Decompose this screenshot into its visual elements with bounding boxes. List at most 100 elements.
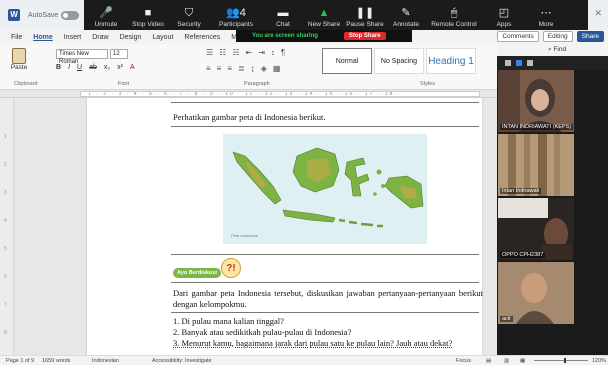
menu-insert[interactable]: Insert (64, 34, 82, 41)
list-buttons: ☰ ☷ ☵ ⇤ ⇥ ↕ ¶ (206, 48, 285, 57)
zoom-remote-control-button[interactable]: 🖱 Remote Control (426, 0, 482, 28)
table-border (171, 254, 479, 255)
font-name-select[interactable]: Times New Roman (56, 49, 108, 65)
web-layout-icon[interactable]: ▥ (504, 358, 509, 364)
zoom-participants-button[interactable]: 👥4 Participants (210, 0, 262, 28)
discussion-badge: Ayo Berdiskusi (173, 268, 221, 278)
editing-mode-button[interactable]: Editing (542, 31, 573, 42)
participant-tile[interactable]: Intan Indriawati (498, 134, 574, 196)
menu-layout[interactable]: Layout (152, 34, 173, 41)
italic-icon[interactable]: I (68, 64, 70, 71)
comments-button[interactable]: Comments (497, 31, 539, 42)
zoom-apps-button[interactable]: ◰ Apps (482, 0, 526, 28)
participant-tile[interactable]: OPPO CPH2387 (498, 198, 574, 260)
ribbon-group-labels: Clipboard Font Paragraph Styles (0, 81, 497, 89)
borders-icon[interactable]: ▦ (273, 64, 281, 73)
participant-video (498, 134, 574, 196)
zoom-new-share-button[interactable]: ▲ New Share (304, 0, 344, 28)
zoom-security-button[interactable]: ⛉ Security (168, 0, 210, 28)
shield-icon: ⛉ (184, 7, 194, 19)
style-no-spacing[interactable]: No Spacing (374, 48, 424, 74)
focus-button[interactable]: Focus (456, 358, 471, 364)
more-dots-icon: ⋯ (540, 7, 552, 19)
menu-home[interactable]: Home (33, 34, 52, 41)
indonesia-map-image: Peta Indonesia (223, 134, 427, 244)
minimize-gallery-icon[interactable] (505, 60, 511, 66)
speaker-view-icon[interactable] (516, 60, 522, 66)
home-ribbon: Paste Times New Roman 12 B I U ab x₂ x² … (0, 44, 497, 90)
find-button[interactable]: ⌕ Find (548, 46, 566, 54)
zoom-level[interactable]: 120% (592, 358, 606, 364)
zoom-unmute-button[interactable]: 🎤 Unmute (84, 0, 128, 28)
discussion-paragraph: Dari gambar peta Indonesia tersebut, dis… (173, 288, 483, 309)
align-center-icon[interactable]: ≡ (217, 64, 222, 73)
pilcrow-icon[interactable]: ¶ (281, 48, 285, 57)
page-count[interactable]: Page 1 of 9 (6, 358, 34, 364)
participant-name: OPPO CPH2387 (500, 252, 546, 258)
font-size-select[interactable]: 12 (110, 49, 128, 59)
zoom-button-label: Stop Video (132, 21, 164, 28)
zoom-chat-button[interactable]: ▬ Chat (262, 0, 304, 28)
subscript-icon[interactable]: x₂ (104, 64, 110, 71)
shading-icon[interactable]: ◈ (261, 64, 267, 73)
zoom-more-button[interactable]: ⋯ More (526, 0, 566, 28)
zoom-slider[interactable] (534, 358, 588, 363)
language-indicator[interactable]: Indonesian (92, 358, 119, 364)
word-count[interactable]: 1659 words (42, 358, 70, 364)
increase-indent-icon[interactable]: ⇥ (258, 48, 265, 57)
zoom-annotate-button[interactable]: ✎ Annotate (386, 0, 426, 28)
zoom-stop-video-button[interactable]: ■ Stop Video (128, 0, 168, 28)
participant-tile[interactable]: INTAN INDRIAWATI (KEPS) (498, 70, 574, 132)
gallery-view-icon[interactable] (527, 60, 533, 66)
read-mode-icon[interactable]: ▦ (520, 358, 525, 364)
align-left-icon[interactable]: ≡ (206, 64, 211, 73)
menu-draw[interactable]: Draw (92, 34, 108, 41)
participant-video (498, 70, 574, 132)
document-page[interactable]: Perhatikan gambar peta di Indonesia beri… (87, 98, 483, 355)
group-label-paragraph: Paragraph (244, 81, 270, 87)
line-spacing-icon[interactable]: ↨ (251, 64, 255, 73)
microphone-muted-icon: 🎤 (99, 7, 113, 19)
vertical-ruler: · 1 2 3 4 5 6 7 8 (0, 98, 14, 355)
zoom-pause-share-button[interactable]: ❚❚ Pause Share (344, 0, 386, 28)
group-label-styles: Styles (420, 81, 435, 87)
underline-icon[interactable]: U (77, 64, 82, 71)
table-border (171, 282, 479, 283)
autosave-toggle[interactable] (61, 10, 80, 20)
print-layout-icon[interactable]: ▤ (486, 358, 491, 364)
align-right-icon[interactable]: ≡ (227, 64, 232, 73)
participant-tile[interactable]: acit (498, 262, 574, 324)
menu-references[interactable]: References (184, 34, 220, 41)
bold-icon[interactable]: B (56, 64, 61, 71)
autosave-label: AutoSave (28, 11, 59, 19)
stop-share-button[interactable]: Stop Share (343, 32, 386, 40)
style-normal[interactable]: Normal (322, 48, 372, 74)
paste-button[interactable]: Paste (8, 48, 30, 71)
group-label-font: Font (118, 81, 130, 87)
find-label: Find (553, 46, 567, 53)
menu-design[interactable]: Design (120, 34, 142, 41)
menu-file[interactable]: File (11, 34, 22, 41)
horizontal-ruler: · 1 · 2 · 3 · 4 · 5 · 6 · 7 · 8 · 9 · 10… (0, 90, 497, 98)
zoom-button-label: Chat (276, 21, 290, 28)
menu-right-actions: Comments Editing Share (497, 31, 604, 42)
justify-icon[interactable]: ≣ (238, 64, 245, 73)
chat-bubble-icon: ▬ (277, 7, 289, 19)
pen-icon: ✎ (401, 7, 411, 19)
zoom-button-label: Apps (496, 21, 512, 28)
multilevel-list-icon[interactable]: ☵ (232, 48, 239, 57)
share-button[interactable]: Share (576, 31, 604, 42)
style-heading-1[interactable]: Heading 1 (426, 48, 476, 74)
font-color-icon[interactable]: A (130, 64, 135, 71)
decrease-indent-icon[interactable]: ⇤ (246, 48, 253, 57)
status-bar: Page 1 of 9 1659 words Indonesian Access… (0, 355, 608, 365)
close-icon[interactable]: ✕ (594, 8, 602, 19)
gallery-header (497, 56, 608, 70)
accessibility-status[interactable]: Accessibility: Investigate (152, 358, 212, 364)
numbering-icon[interactable]: ☷ (219, 48, 226, 57)
sort-icon[interactable]: ↕ (271, 48, 275, 57)
strikethrough-icon[interactable]: ab (89, 64, 97, 71)
share-status-text: You are screen sharing (252, 33, 318, 39)
bullets-icon[interactable]: ☰ (206, 48, 213, 57)
superscript-icon[interactable]: x² (117, 64, 123, 71)
